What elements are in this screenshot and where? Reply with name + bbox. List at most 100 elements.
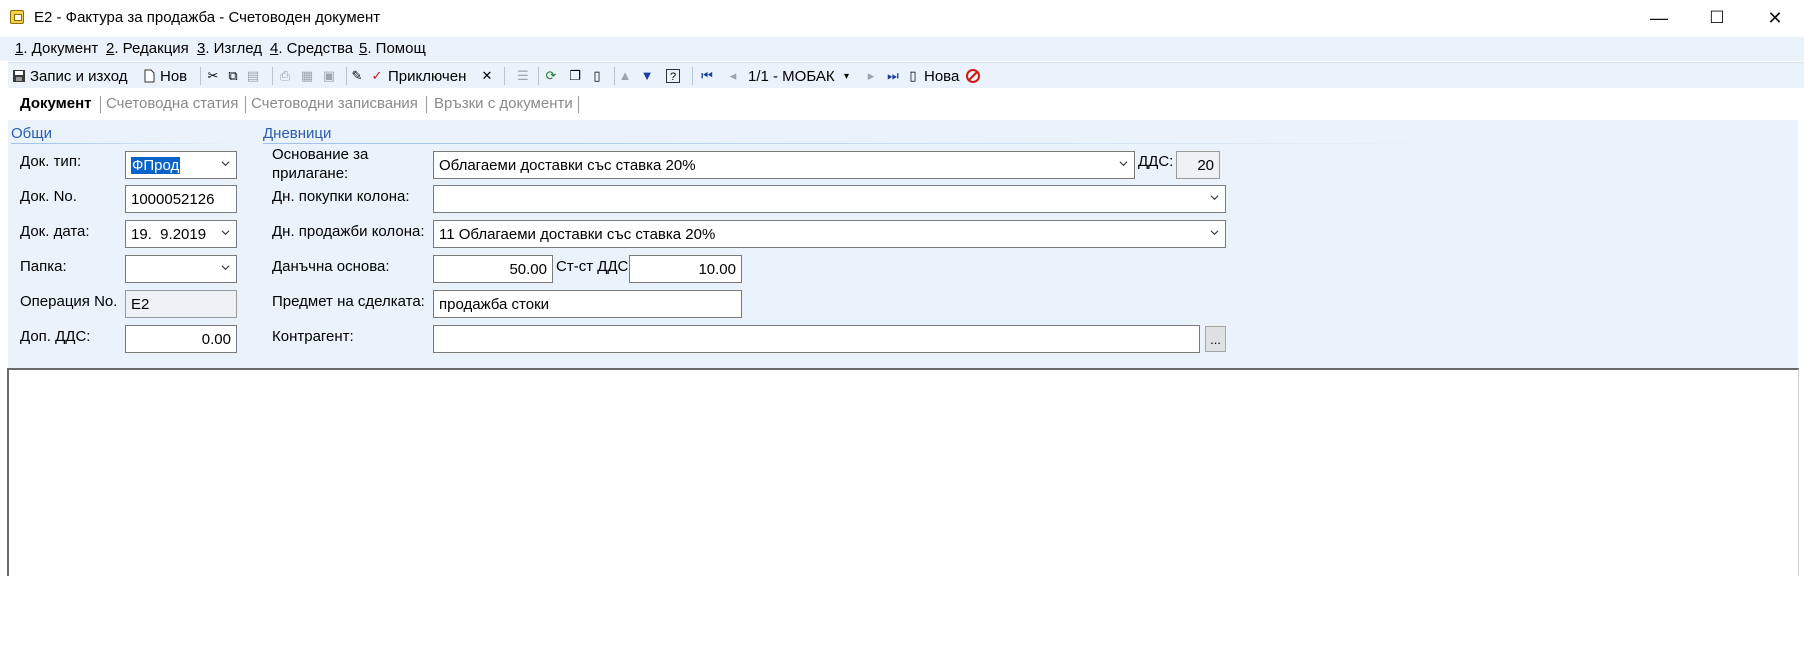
blank-document-button[interactable]: ▯ bbox=[590, 65, 608, 87]
tab-bar: Документ Счетоводна статия Счетоводни за… bbox=[8, 91, 1798, 117]
subject-label: Предмет на сделката: bbox=[272, 293, 425, 310]
cut-button[interactable]: ✂ bbox=[206, 65, 224, 87]
app-icon bbox=[10, 10, 24, 24]
first-record-button[interactable]: ⏮ bbox=[700, 65, 718, 87]
folder-select[interactable] bbox=[125, 255, 237, 283]
print-button[interactable]: ⎙ bbox=[278, 65, 296, 87]
operation-field: E2 bbox=[125, 290, 237, 318]
next-icon: ▸ bbox=[867, 68, 875, 83]
arrow-up-icon: ▲ bbox=[618, 68, 632, 83]
new-document-icon bbox=[144, 69, 155, 83]
toolbar-separator bbox=[538, 67, 539, 85]
tab-document-links[interactable]: Връзки с документи bbox=[434, 95, 573, 112]
general-group-title: Общи bbox=[11, 125, 52, 142]
basis-select[interactable]: Облагаеми доставки със ставка 20% bbox=[433, 151, 1135, 179]
operation-label: Операция No. bbox=[20, 293, 118, 310]
paste-icon: ▤ bbox=[246, 68, 260, 83]
doc-type-label: Док. тип: bbox=[20, 153, 82, 170]
new-record-button[interactable]: ▯ Нова bbox=[906, 65, 959, 87]
list-button[interactable]: ☰ bbox=[516, 65, 534, 87]
blank-document-icon: ▯ bbox=[593, 68, 601, 83]
save-icon bbox=[13, 70, 25, 82]
menu-edit[interactable]: 2. Редакция bbox=[106, 40, 189, 57]
edit-button[interactable]: ✎ bbox=[350, 65, 368, 87]
menu-view[interactable]: 3. Изглед bbox=[197, 40, 262, 57]
move-down-button[interactable]: ▼ bbox=[640, 65, 658, 87]
sales-column-label: Дн. продажби колона: bbox=[272, 223, 425, 240]
doc-date-label: Док. дата: bbox=[20, 223, 90, 240]
help-icon: ? bbox=[666, 69, 680, 83]
tab-separator bbox=[100, 96, 101, 113]
last-icon: ⏭ bbox=[887, 68, 899, 83]
print-preview-button[interactable]: ▦ bbox=[300, 65, 318, 87]
tab-accounting-entry[interactable]: Счетоводна статия bbox=[106, 95, 238, 112]
last-record-button[interactable]: ⏭ bbox=[886, 65, 904, 87]
detail-grid[interactable] bbox=[7, 368, 1799, 576]
vat-amount-field[interactable]: 10.00 bbox=[629, 255, 742, 283]
menu-document[interactable]: 1. Документ bbox=[15, 40, 98, 57]
doc-date-picker[interactable]: 19. 9.2019 bbox=[125, 220, 237, 248]
toolbar-separator bbox=[200, 67, 201, 85]
close-button[interactable]: ✕ bbox=[1746, 0, 1804, 36]
toolbar-separator bbox=[504, 67, 505, 85]
subject-field[interactable]: продажба стоки bbox=[433, 290, 742, 318]
refresh-button[interactable]: ⟳ bbox=[544, 65, 562, 87]
minimize-button[interactable]: — bbox=[1630, 0, 1688, 36]
sales-column-select[interactable]: 11 Облагаеми доставки със ставка 20% bbox=[433, 220, 1226, 248]
save-exit-button[interactable]: Запис и изход bbox=[12, 65, 127, 87]
edit-document-icon: ✎ bbox=[351, 68, 363, 83]
doc-type-select[interactable]: ФПрод bbox=[125, 151, 237, 179]
tab-accounting-records[interactable]: Счетоводни записвания bbox=[251, 95, 418, 112]
counterparty-field[interactable] bbox=[433, 325, 1200, 353]
tab-separator bbox=[245, 96, 246, 113]
chevron-down-icon bbox=[1210, 195, 1219, 201]
chevron-down-icon bbox=[1119, 161, 1128, 167]
export-button[interactable]: ▣ bbox=[322, 65, 340, 87]
previous-record-button[interactable]: ◂ bbox=[726, 65, 744, 87]
group-divider bbox=[263, 143, 1463, 144]
arrow-down-icon: ▼ bbox=[640, 68, 654, 83]
menu-help[interactable]: 5. Помощ bbox=[359, 40, 426, 57]
folder-label: Папка: bbox=[20, 258, 67, 275]
group-divider bbox=[11, 143, 231, 144]
new-button[interactable]: Нов bbox=[142, 65, 187, 87]
tax-base-field[interactable]: 50.00 bbox=[433, 255, 553, 283]
doc-no-field[interactable]: 1000052126 bbox=[125, 185, 237, 213]
purchase-column-select[interactable] bbox=[433, 185, 1226, 213]
print-icon: ⎙ bbox=[279, 68, 291, 83]
extra-vat-field[interactable]: 0.00 bbox=[125, 325, 237, 353]
toolbar-separator bbox=[272, 67, 273, 85]
stop-button[interactable] bbox=[966, 65, 984, 87]
record-navigator[interactable]: 1/1 - МОБАК bbox=[748, 65, 844, 87]
help-button[interactable]: ? bbox=[666, 65, 684, 87]
journals-group-title: Дневници bbox=[263, 125, 332, 142]
duplicate-button[interactable]: ❐ bbox=[568, 65, 586, 87]
toolbar: Запис и изход Нов ✂ ⧉ ▤ ⎙ ▦ ▣ ✎ ✓ Приклю… bbox=[8, 62, 1804, 88]
tax-base-label: Данъчна основа: bbox=[272, 258, 390, 275]
counterparty-browse-button[interactable]: ... bbox=[1205, 326, 1226, 352]
menu-bar: 1. Документ 2. Редакция 3. Изглед 4. Сре… bbox=[0, 37, 1804, 61]
maximize-button[interactable]: ☐ bbox=[1688, 0, 1746, 36]
cut-icon: ✂ bbox=[207, 68, 219, 83]
record-dropdown-icon[interactable]: ▾ bbox=[844, 65, 849, 87]
check-icon: ✓ bbox=[371, 68, 383, 83]
completed-button[interactable]: ✓ Приключен bbox=[370, 65, 467, 87]
document-form: Общи Док. тип: ФПрод Док. No. 1000052126… bbox=[8, 120, 1798, 368]
stop-icon bbox=[966, 69, 980, 83]
paste-button[interactable]: ▤ bbox=[246, 65, 264, 87]
cancel-button[interactable]: ✕ bbox=[480, 65, 498, 87]
copy-button[interactable]: ⧉ bbox=[226, 65, 244, 87]
next-record-button[interactable]: ▸ bbox=[864, 65, 882, 87]
tab-document[interactable]: Документ bbox=[20, 95, 92, 112]
move-up-button[interactable]: ▲ bbox=[618, 65, 636, 87]
chevron-down-icon bbox=[221, 230, 230, 236]
export-icon: ▣ bbox=[322, 68, 336, 83]
chevron-down-icon bbox=[221, 265, 230, 271]
vat-rate-field: 20 bbox=[1176, 151, 1220, 179]
window-title: E2 - Фактура за продажба - Счетоводен до… bbox=[34, 9, 381, 26]
vat-amount-label: Ст-ст ДДС: bbox=[556, 258, 633, 275]
menu-tools[interactable]: 4. Средства bbox=[270, 40, 353, 57]
close-x-icon: ✕ bbox=[481, 68, 493, 83]
chevron-down-icon bbox=[221, 161, 230, 167]
doc-no-label: Док. No. bbox=[20, 188, 77, 205]
